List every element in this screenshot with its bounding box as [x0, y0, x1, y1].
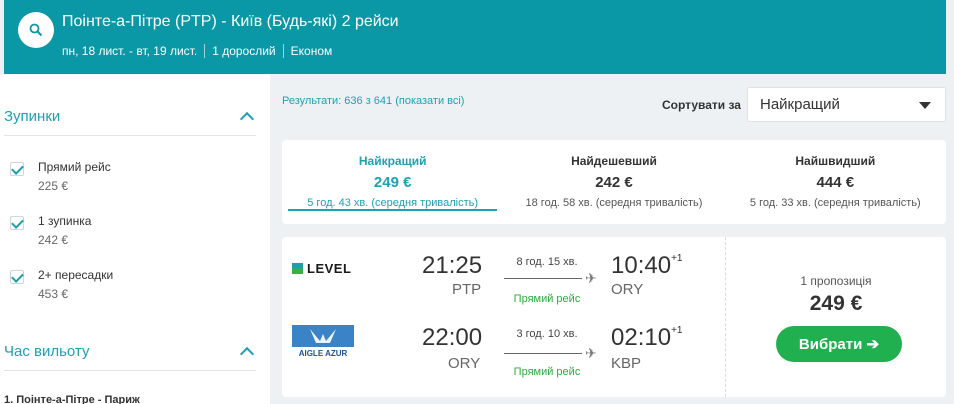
route-title[interactable]: Поінте-а-Пітре (PTP) - Київ (Будь-які) 2… — [62, 13, 399, 31]
sort-label: Сортувати за — [662, 98, 741, 112]
airline-name: LEVEL — [307, 261, 352, 276]
flight-segment: AIGLE AZUR 22:00 ORY 3 год. 10 хв. ✈ Пря… — [282, 311, 722, 383]
arrival-airport: ORY — [611, 281, 644, 298]
plane-icon: ✈ — [585, 270, 597, 286]
separator — [204, 44, 206, 58]
airline-logo-aigle-azur: AIGLE AZUR — [292, 325, 354, 359]
arrival-time: 02:10+1 — [611, 324, 682, 352]
chevron-up-icon[interactable] — [239, 111, 255, 126]
sort-selected-value: Найкращий — [760, 96, 840, 113]
departure-time-filter-header[interactable]: Час вильоту — [4, 343, 256, 361]
stops-info: Прямий рейс — [513, 293, 581, 305]
select-button[interactable]: Вибрати ➔ — [776, 326, 902, 362]
route-line — [504, 278, 582, 279]
checkbox-checked[interactable] — [10, 270, 24, 284]
filters-sidebar: Зупинки Прямий рейс 225 € 1 зупинка 242 … — [0, 74, 270, 404]
tab-price: 242 € — [595, 174, 633, 191]
divider — [4, 135, 256, 136]
result-card[interactable]: LEVEL 21:25 PTP 8 год. 15 хв. ✈ Прямий р… — [282, 237, 946, 397]
stop-option-price: 225 € — [38, 179, 69, 193]
checkbox-checked[interactable] — [10, 216, 24, 230]
caret-down-icon — [919, 102, 931, 109]
tab-price: 249 € — [373, 174, 412, 191]
tab-duration: 5 год. 33 хв. (середня тривалість) — [749, 197, 921, 209]
flight-duration: 8 год. 15 хв. — [516, 256, 578, 268]
tab-cheapest[interactable]: Найдешевший 242 € 18 год. 58 хв. (середн… — [503, 140, 724, 224]
departure-airport: ORY — [448, 355, 481, 372]
tab-duration: 5 год. 43 хв. (середня тривалість) — [307, 197, 479, 209]
arrival-time-value: 10:40 — [611, 252, 672, 279]
arrival-airport: KBP — [611, 355, 642, 372]
tab-label: Найдешевший — [571, 154, 657, 168]
departure-time-filter-title: Час вильоту — [4, 343, 90, 360]
stops-info: Прямий рейс — [513, 366, 581, 378]
sort-tabs: Найкращий 249 € 5 год. 43 хв. (середня т… — [282, 140, 946, 224]
cabin-text: Економ — [290, 44, 333, 58]
stop-option-label: 2+ пересадки — [38, 268, 114, 282]
arrival-time: 10:40+1 — [611, 252, 682, 280]
departure-time: 22:00 — [422, 324, 483, 351]
departure-airport: PTP — [452, 281, 482, 298]
flight-segment: LEVEL 21:25 PTP 8 год. 15 хв. ✈ Прямий р… — [282, 237, 722, 309]
day-offset: +1 — [671, 253, 683, 264]
tab-label: Найкращий — [358, 154, 427, 168]
arrival-time-value: 02:10 — [611, 324, 672, 351]
day-offset: +1 — [671, 325, 683, 336]
stops-filter-header[interactable]: Зупинки — [4, 108, 256, 126]
tab-duration: 18 год. 58 хв. (середня тривалість) — [525, 197, 703, 209]
flight-duration: 3 год. 10 хв. — [516, 328, 578, 340]
tab-label: Найшвидший — [795, 154, 876, 168]
results-summary-link[interactable]: Результати: 636 з 641 (показати всі) — [282, 95, 464, 107]
dates-text: пн, 18 лист. - вт, 19 лист. — [62, 44, 198, 58]
stops-filter-title: Зупинки — [4, 108, 61, 125]
tab-price: 444 € — [816, 174, 855, 191]
tab-best[interactable]: Найкращий 249 € 5 год. 43 хв. (середня т… — [282, 140, 503, 224]
departure-segment-label: 1. Поінте-а-Пітре - Париж — [4, 394, 140, 404]
search-button[interactable] — [18, 12, 54, 48]
departure-time: 21:25 — [422, 252, 483, 279]
route-line — [504, 353, 582, 354]
stop-option-price: 242 € — [38, 233, 69, 247]
offers-count: 1 пропозиція — [800, 274, 872, 288]
aigle-azur-emblem — [292, 325, 354, 347]
airline-logo-level: LEVEL — [292, 261, 351, 276]
search-summary-header: Поінте-а-Пітре (PTP) - Київ (Будь-які) 2… — [4, 0, 946, 74]
offer-price: 249 € — [809, 292, 863, 315]
divider — [4, 370, 256, 371]
plane-icon: ✈ — [585, 345, 597, 361]
chevron-up-icon[interactable] — [239, 346, 255, 361]
sort-dropdown[interactable]: Найкращий — [747, 87, 946, 122]
stop-option-price: 453 € — [38, 287, 69, 301]
level-logo-mark — [292, 263, 303, 274]
stop-option-label: Прямий рейс — [38, 160, 111, 174]
passengers-text: 1 дорослий — [212, 44, 276, 58]
airline-name: AIGLE AZUR — [298, 349, 348, 358]
separator — [282, 44, 284, 58]
search-details[interactable]: пн, 18 лист. - вт, 19 лист. 1 дорослий Е… — [62, 44, 332, 58]
tab-fastest[interactable]: Найшвидший 444 € 5 год. 33 хв. (середня … — [725, 140, 946, 224]
stop-option-label: 1 зупинка — [38, 214, 92, 228]
card-divider — [725, 237, 726, 397]
checkbox-checked[interactable] — [10, 162, 24, 176]
search-icon — [29, 23, 43, 37]
